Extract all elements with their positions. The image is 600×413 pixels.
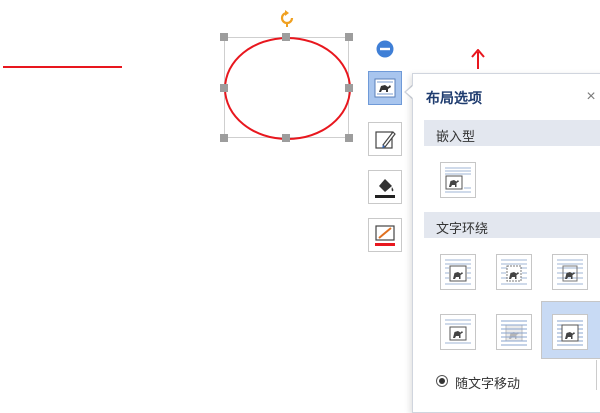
resize-handle-top-right[interactable] [345,33,353,41]
close-icon[interactable]: × [582,88,600,106]
resize-handle-bottom-left[interactable] [220,134,228,142]
outline-color-button[interactable] [368,218,402,252]
move-with-text-label[interactable]: 随文字移动 [455,373,520,392]
shape-style-icon [375,131,396,149]
section-label-wrap: 文字环绕 [436,221,489,236]
layout-options-icon [374,78,396,98]
resize-handle-right[interactable] [345,84,353,92]
top-bottom-wrap-icon [445,319,471,344]
layout-options-button[interactable] [368,71,402,105]
resize-handle-bottom[interactable] [282,134,290,142]
tight-wrap-icon [501,259,527,285]
resize-handle-left[interactable] [220,84,228,92]
behind-text-icon [501,320,527,346]
option-top-bottom-button[interactable] [440,314,476,350]
option-inline-button[interactable] [440,162,476,198]
option-through-button[interactable] [552,254,588,290]
in-front-text-icon [557,320,583,346]
resize-handle-bottom-right[interactable] [345,134,353,142]
through-wrap-icon [557,259,583,285]
section-label-inline: 嵌入型 [436,129,476,144]
outline-color-icon [375,225,395,246]
collapse-icon[interactable] [376,40,394,58]
fill-color-button[interactable] [368,170,402,204]
square-wrap-icon [445,259,471,285]
ellipse-shape[interactable] [224,37,351,140]
panel-divider [596,360,597,390]
resize-handle-top[interactable] [282,33,290,41]
resize-handle-top-left[interactable] [220,33,228,41]
line-shape[interactable] [3,66,122,68]
option-behind-text-button[interactable] [496,314,532,350]
fill-color-icon [375,179,395,198]
inline-wrap-icon [445,167,471,193]
option-tight-button[interactable] [496,254,532,290]
option-in-front-button[interactable] [552,314,588,350]
option-square-button[interactable] [440,254,476,290]
move-with-text-radio-dot [439,378,445,384]
shape-style-button[interactable] [368,122,402,156]
panel-title: 布局选项 [426,90,482,106]
rotate-handle-icon[interactable] [278,9,296,27]
panel-pointer-inner [406,85,414,99]
arrow-up-icon [471,49,485,69]
